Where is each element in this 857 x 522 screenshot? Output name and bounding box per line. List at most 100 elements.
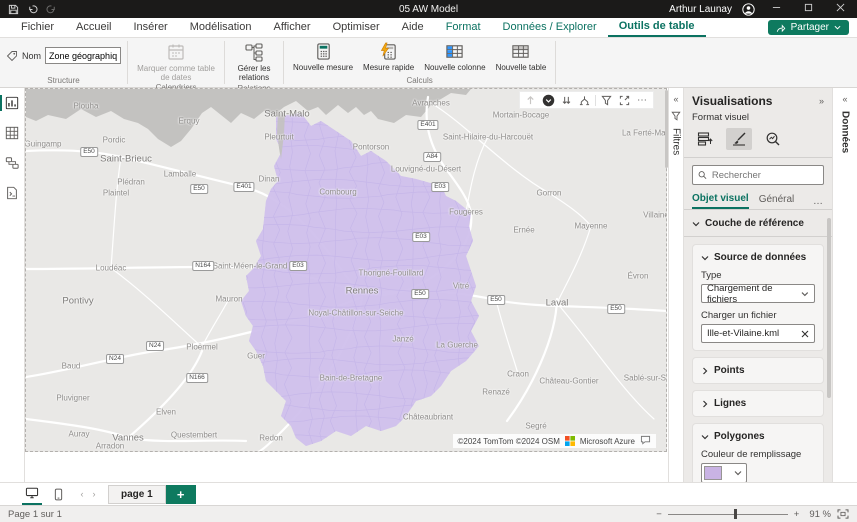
ribbon-group-calculs: Nouvelle mesure Mesure rapide Nouvelle c…: [284, 38, 555, 87]
format-search-box[interactable]: [692, 165, 824, 185]
powerbi-app-window: 05 AW Model Arthur Launay Fichier Accuei…: [0, 0, 857, 522]
format-search-input[interactable]: [711, 169, 818, 181]
tab-objet-visuel[interactable]: Objet visuel: [692, 193, 749, 209]
chevron-down-icon: [701, 434, 709, 439]
mobile-layout-icon[interactable]: [48, 483, 68, 505]
zoom-slider[interactable]: [667, 509, 788, 519]
filters-funnel-icon[interactable]: [671, 111, 681, 121]
card-polygons: Polygones Couleur de remplissage Couleur…: [692, 423, 824, 482]
tab-optimiser[interactable]: Optimiser: [322, 19, 391, 36]
search-icon: [698, 171, 707, 179]
tab-donnees-explorer[interactable]: Données / Explorer: [492, 19, 608, 36]
data-source-header[interactable]: Source de données: [701, 252, 815, 263]
build-visual-icon[interactable]: [692, 128, 718, 150]
new-column-button[interactable]: Nouvelle colonne: [421, 41, 488, 73]
user-name: Arthur Launay: [669, 3, 732, 15]
format-visual-icon[interactable]: [726, 128, 752, 150]
tab-inserer[interactable]: Insérer: [122, 19, 178, 36]
previous-page-icon[interactable]: ‹: [76, 489, 88, 499]
desktop-layout-icon[interactable]: [22, 483, 42, 505]
card-points[interactable]: Points: [692, 357, 824, 384]
filters-strip-label[interactable]: Filtres: [671, 128, 682, 155]
analytics-icon[interactable]: [760, 128, 786, 150]
clear-file-icon[interactable]: [801, 330, 809, 338]
status-bar: Page 1 sur 1 − + 91 %: [0, 505, 857, 522]
save-icon[interactable]: [8, 4, 19, 15]
expand-all-icon[interactable]: [577, 93, 592, 107]
tab-afficher[interactable]: Afficher: [263, 19, 322, 36]
redo-icon[interactable]: [46, 4, 57, 15]
file-name-field[interactable]: Ille-et-Vilaine.kml: [701, 324, 815, 343]
reference-layer-section-header[interactable]: Couche de référence: [692, 210, 824, 236]
microsoft-logo-icon: [564, 436, 575, 446]
close-button[interactable]: [829, 3, 851, 15]
fill-color-picker[interactable]: [701, 463, 747, 482]
undo-icon[interactable]: [27, 4, 38, 15]
format-tabs-more-icon[interactable]: …: [813, 196, 824, 207]
azure-map-visual[interactable]: Plouha Guingamp Pordic Saint-Brieuc Erquy Plé…: [25, 88, 667, 452]
window-title: 05 AW Model: [398, 3, 459, 15]
fit-to-page-icon[interactable]: [837, 509, 849, 519]
maximize-button[interactable]: [797, 3, 819, 15]
zoom-control: − + 91 %: [656, 509, 849, 520]
fill-color-label: Couleur de remplissage: [701, 449, 802, 460]
feedback-icon[interactable]: [640, 435, 651, 447]
type-dropdown[interactable]: Chargement de fichiers: [701, 283, 815, 305]
avatar[interactable]: [742, 2, 755, 16]
minimize-button[interactable]: [765, 3, 787, 15]
drill-down-toggle-icon[interactable]: [541, 93, 556, 107]
title-bar: 05 AW Model Arthur Launay: [0, 0, 857, 18]
tab-aide[interactable]: Aide: [391, 19, 435, 36]
next-page-icon[interactable]: ›: [88, 489, 100, 499]
new-table-button[interactable]: Nouvelle table: [493, 41, 550, 73]
tab-format[interactable]: Format: [435, 19, 492, 36]
tab-general[interactable]: Général: [759, 194, 795, 208]
tab-accueil[interactable]: Accueil: [65, 19, 122, 36]
map-basemap: [26, 89, 666, 451]
share-button[interactable]: Partager: [767, 20, 849, 35]
ribbon-group-relations: Gérer les relations Relations: [225, 38, 283, 93]
chevron-down-icon: [834, 25, 841, 30]
model-view-icon[interactable]: [0, 154, 25, 172]
manage-relationships-button[interactable]: Gérer les relations: [231, 41, 277, 83]
expand-data-icon[interactable]: «: [842, 94, 847, 104]
page-tab[interactable]: page 1: [108, 484, 166, 504]
ribbon-group-structure: Nom Structure: [0, 38, 127, 87]
chevron-right-icon: [703, 367, 708, 374]
add-page-button[interactable]: +: [165, 484, 196, 504]
chevron-down-icon: [734, 471, 742, 476]
zoom-in-icon[interactable]: +: [794, 509, 800, 520]
collapse-pane-icon[interactable]: »: [819, 96, 824, 106]
go-to-next-level-icon[interactable]: [559, 93, 574, 107]
name-field-label: Nom: [22, 50, 42, 61]
report-view-icon[interactable]: [0, 94, 25, 112]
card-lines[interactable]: Lignes: [692, 390, 824, 417]
dax-query-view-icon[interactable]: [0, 184, 25, 202]
table-name-input[interactable]: [45, 47, 122, 64]
chevron-right-icon: [703, 400, 708, 407]
tab-modelisation[interactable]: Modélisation: [179, 19, 263, 36]
pane-scrollbar[interactable]: [827, 218, 831, 398]
drill-up-icon[interactable]: [523, 93, 538, 107]
data-view-icon[interactable]: [0, 124, 25, 142]
tab-outils-de-table[interactable]: Outils de table: [607, 18, 706, 37]
chevron-down-icon: [701, 255, 709, 260]
expand-filters-icon[interactable]: «: [673, 94, 678, 104]
zoom-out-icon[interactable]: −: [656, 509, 662, 520]
canvas-scrollbar[interactable]: [665, 90, 668, 168]
share-label: Partager: [790, 22, 829, 33]
visual-header-toolbar: ⋯: [519, 91, 654, 109]
tab-fichier[interactable]: Fichier: [10, 19, 65, 36]
more-options-icon[interactable]: ⋯: [635, 93, 650, 107]
data-pane-collapsed: « Données: [832, 88, 857, 482]
data-strip-label[interactable]: Données: [840, 111, 851, 153]
view-switcher-rail: [0, 88, 25, 482]
mark-as-date-table-button[interactable]: Marquer comme table de dates: [134, 41, 218, 82]
filter-icon[interactable]: [599, 93, 614, 107]
quick-measure-button[interactable]: Mesure rapide: [360, 41, 417, 73]
polygons-header[interactable]: Polygones: [701, 431, 815, 442]
new-measure-button[interactable]: Nouvelle mesure: [290, 41, 356, 73]
pages-bar: ‹ › page 1 +: [0, 482, 857, 505]
calculator-icon: [316, 43, 330, 60]
focus-mode-icon[interactable]: [617, 93, 632, 107]
